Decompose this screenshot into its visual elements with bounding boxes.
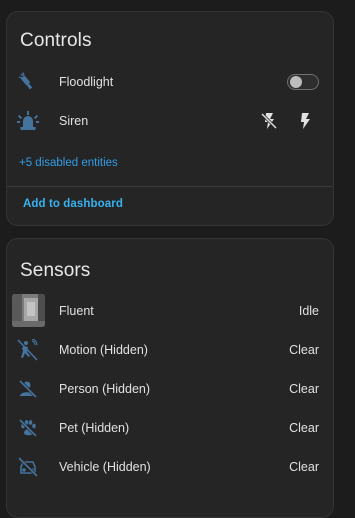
person-label: Person (Hidden) [59,382,151,396]
vehicle-label: Vehicle (Hidden) [59,460,151,474]
motion-label: Motion (Hidden) [59,343,148,357]
car-off-icon [17,456,39,478]
disabled-entities-link[interactable]: +5 disabled entities [19,157,118,169]
fluent-state: Idle [298,304,319,318]
pet-label: Pet (Hidden) [59,421,130,435]
camera-thumbnail [12,294,45,327]
floodlight-icon [17,71,39,93]
floodlight-label: Floodlight [59,75,114,89]
alarm-light-icon [17,110,39,132]
person-state: Clear [289,382,319,396]
floodlight-row[interactable]: Floodlight [7,64,333,100]
sensors-title: Sensors [20,260,91,281]
flash-off-button[interactable] [259,111,279,131]
toggle-knob [290,76,302,88]
account-off-icon [17,378,39,400]
flash-off-icon [261,112,277,130]
vehicle-state: Clear [289,460,319,474]
motion-row[interactable]: Motion (Hidden) Clear [7,332,333,368]
person-row[interactable]: Person (Hidden) Clear [7,371,333,407]
pet-row[interactable]: Pet (Hidden) Clear [7,410,333,446]
sensors-card: Sensors Fluent Idle Motion (Hidden) Clea… [6,238,334,518]
add-to-dashboard-button[interactable]: Add to dashboard [23,198,123,210]
fluent-row[interactable]: Fluent Idle [7,293,333,329]
fluent-label: Fluent [59,304,94,318]
motion-state: Clear [289,343,319,357]
pet-state: Clear [289,421,319,435]
controls-title: Controls [20,30,92,51]
controls-card: Controls Floodlight Siren +5 disabled en… [6,11,334,226]
vehicle-row[interactable]: Vehicle (Hidden) Clear [7,449,333,485]
card-divider [7,186,333,187]
paw-off-icon [17,417,39,439]
motion-sensor-off-icon [17,339,39,361]
floodlight-toggle[interactable] [287,74,319,90]
flash-button[interactable] [295,111,315,131]
siren-label: Siren [59,114,89,128]
flash-icon [301,113,310,129]
siren-row[interactable]: Siren [7,103,333,139]
